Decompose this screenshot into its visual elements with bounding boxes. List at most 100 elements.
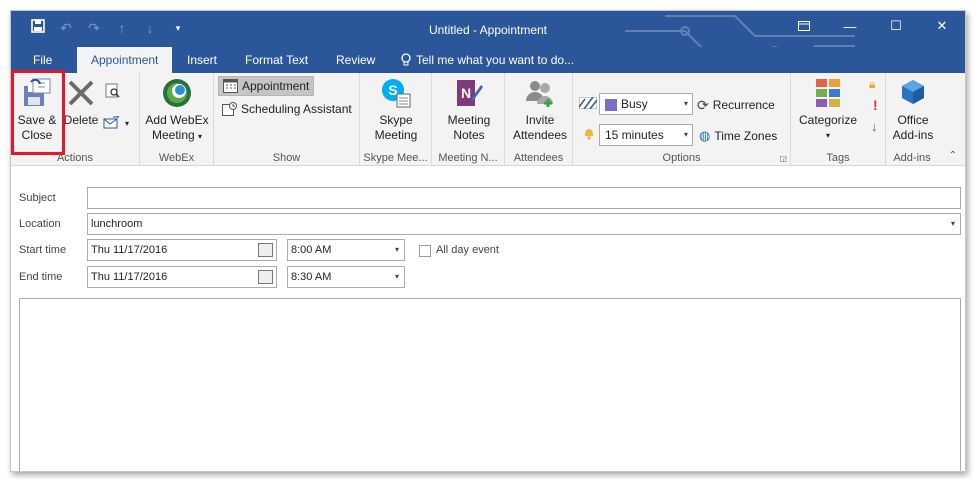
svg-text:N: N [461, 85, 471, 101]
location-label: Location [19, 218, 61, 230]
show-as-icon [579, 97, 597, 109]
chevron-down-icon: ▾ [683, 130, 688, 139]
group-skype-meeting: S Skype Meeting Skype Mee... [360, 73, 432, 166]
scheduling-assistant-button[interactable]: Scheduling Assistant [222, 99, 352, 119]
chevron-down-icon: ▾ [125, 118, 130, 128]
globe-icon: ◍ [699, 128, 711, 143]
lightbulb-icon [401, 53, 411, 66]
subject-input[interactable] [87, 187, 961, 209]
calendar-picker-icon[interactable] [258, 243, 273, 257]
skype-meeting-button[interactable]: S Skype Meeting [368, 77, 424, 143]
collapse-ribbon-icon[interactable]: ⌃ [949, 150, 957, 161]
time-zones-label: Time Zones [714, 129, 778, 143]
all-day-label: All day event [436, 244, 499, 256]
start-time-dropdown[interactable]: 8:00 AM ▾ [287, 239, 405, 261]
add-webex-line2: Meeting ▾ [151, 128, 203, 142]
group-label-options: Options [662, 152, 701, 164]
chevron-down-icon: ▾ [683, 99, 688, 108]
appointment-view-label: Appointment [242, 79, 310, 93]
meeting-notes-button[interactable]: N Meeting Notes [440, 77, 498, 143]
invite-attendees-icon [526, 81, 553, 107]
group-label-notes: Meeting N... [438, 152, 498, 164]
start-date-value: Thu 11/17/2016 [91, 244, 168, 256]
svg-text:S: S [388, 82, 397, 98]
office-add-ins-button[interactable]: Office Add-ins [888, 77, 938, 143]
tab-review[interactable]: Review [328, 47, 383, 73]
end-time-value: 8:30 AM [291, 271, 332, 283]
meeting-notes-line1: Meeting [447, 113, 491, 127]
group-add-ins: Office Add-ins Add-ins [886, 73, 938, 166]
tab-format-text[interactable]: Format Text [237, 47, 316, 73]
tab-insert[interactable]: Insert [179, 47, 225, 73]
delete-icon [68, 80, 94, 106]
end-time-dropdown[interactable]: 8:30 AM ▾ [287, 266, 405, 288]
scheduling-icon [222, 102, 237, 116]
private-lock-icon[interactable]: 🔒︎ [869, 77, 875, 92]
appointment-window: ↶ ↷ ↑ ↓ ▾ Untitled - Appointment — ☐ ✕ F… [10, 10, 966, 472]
calendar-icon [223, 79, 238, 93]
save-close-highlight [11, 70, 65, 155]
tell-me-label: Tell me what you want to do... [416, 53, 575, 67]
high-importance-icon[interactable]: ! [873, 97, 878, 113]
group-label-webex: WebEx [158, 152, 195, 164]
group-show: Appointment Scheduling Assistant Show [214, 73, 360, 166]
group-label-show: Show [272, 152, 301, 164]
categorize-button[interactable]: Categorize ▾ [795, 77, 861, 143]
group-label-tags: Tags [826, 152, 850, 164]
location-value: lunchroom [91, 218, 143, 230]
busy-swatch [605, 98, 617, 111]
group-webex: Add WebEx Meeting ▾ WebEx [140, 73, 214, 166]
add-webex-meeting-button[interactable]: Add WebEx Meeting ▾ [144, 77, 210, 144]
forward-find-button[interactable] [105, 81, 121, 101]
location-input[interactable]: lunchroom ▾ [87, 213, 961, 235]
group-meeting-notes: N Meeting Notes Meeting N... [432, 73, 505, 166]
recurrence-label: Recurrence [712, 98, 775, 112]
webex-icon [163, 79, 191, 107]
group-label-attendees: Attendees [513, 152, 564, 164]
show-as-value: Busy [621, 97, 648, 111]
ribbon-display-icon[interactable] [781, 11, 827, 41]
forward-icon [103, 116, 120, 129]
appointment-body-editor[interactable] [19, 298, 961, 471]
group-label-skype: Skype Mee... [363, 152, 428, 164]
maximize-icon[interactable]: ☐ [873, 11, 919, 41]
chevron-down-icon[interactable]: ▾ [951, 214, 955, 234]
recurrence-icon: ⟳ [697, 96, 709, 113]
minimize-icon[interactable]: — [827, 11, 873, 41]
window-controls: — ☐ ✕ [781, 11, 965, 47]
calendar-picker-icon[interactable] [258, 270, 273, 284]
chevron-down-icon: ▾ [394, 245, 399, 254]
low-importance-icon[interactable]: ↓ [871, 119, 878, 134]
invite-attendees-line2: Attendees [512, 128, 568, 142]
appointment-view-button[interactable]: Appointment [218, 76, 315, 96]
start-date-input[interactable]: Thu 11/17/2016 [87, 239, 277, 261]
group-options: Busy ▾ ⟳ Recurrence 15 minutes ▾ ◍ Time … [573, 73, 791, 166]
invite-attendees-button[interactable]: Invite Attendees [509, 77, 571, 143]
office-add-ins-icon [902, 80, 924, 104]
time-zones-button[interactable]: ◍ Time Zones [699, 126, 777, 146]
ribbon: Save & Close Delete ▾ Actions Add WebEx … [11, 73, 965, 166]
delete-button[interactable]: Delete [59, 77, 103, 128]
scheduling-assistant-label: Scheduling Assistant [241, 102, 352, 116]
reminder-value: 15 minutes [605, 128, 664, 142]
categorize-label: Categorize [798, 113, 858, 127]
skype-line1: Skype [379, 113, 413, 127]
tell-me-box[interactable]: Tell me what you want to do... [393, 47, 582, 73]
end-date-input[interactable]: Thu 11/17/2016 [87, 266, 277, 288]
reminder-dropdown[interactable]: 15 minutes ▾ [599, 124, 693, 146]
close-icon[interactable]: ✕ [919, 11, 965, 41]
group-label-add-ins: Add-ins [893, 152, 931, 164]
chevron-down-icon: ▾ [394, 272, 399, 281]
subject-label: Subject [19, 192, 56, 204]
show-as-dropdown[interactable]: Busy ▾ [599, 93, 693, 115]
chevron-down-icon: ▾ [825, 131, 830, 140]
forward-button[interactable]: ▾ [103, 113, 129, 133]
tab-appointment[interactable]: Appointment [77, 47, 173, 73]
end-date-value: Thu 11/17/2016 [91, 271, 168, 283]
onenote-icon: N [457, 80, 483, 106]
office-add-ins-line2: Add-ins [892, 128, 934, 142]
find-icon [105, 83, 120, 98]
recurrence-button[interactable]: ⟳ Recurrence [697, 95, 775, 115]
all-day-checkbox[interactable] [419, 245, 431, 257]
delete-label: Delete [63, 113, 99, 127]
